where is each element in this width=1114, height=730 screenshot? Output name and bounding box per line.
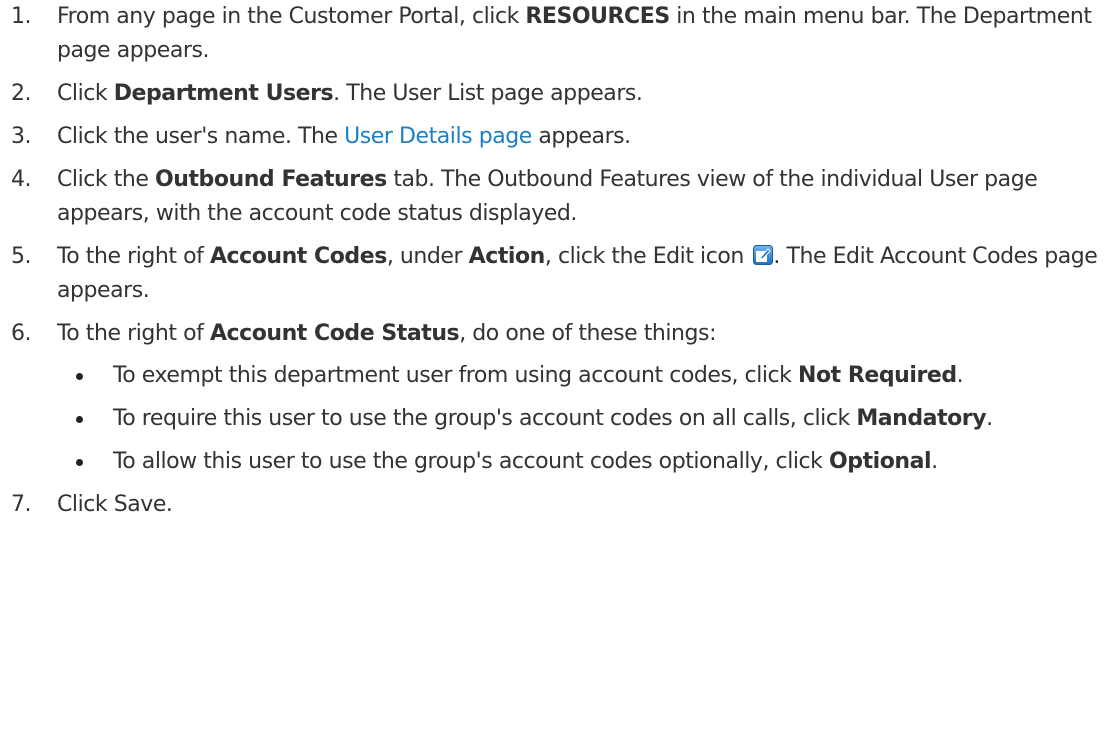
item-text: . [956, 363, 964, 388]
step-7: 7. Click Save. [0, 488, 1114, 522]
step-text: From any page in the Customer Portal, cl… [57, 4, 526, 29]
step-5: 5. To the right of Account Codes, under … [0, 240, 1114, 308]
label-action: Action [468, 244, 546, 269]
list-item: To allow this user to use the group's ac… [57, 445, 1114, 479]
item-text: . [986, 406, 993, 431]
step-text: , click the Edit icon [544, 244, 751, 269]
step-text: , do one of these things: [459, 321, 717, 346]
step-number: 5. [11, 244, 32, 269]
item-text: To exempt this department user from usin… [113, 363, 799, 388]
step-text: Click [57, 81, 114, 106]
step-1: 1. From any page in the Customer Portal,… [0, 0, 1114, 68]
edit-icon [753, 242, 774, 265]
step-number: 1. [11, 4, 32, 29]
step-text: Click the [57, 167, 156, 192]
list-item: To require this user to use the group's … [57, 402, 1114, 436]
step-text: , under [386, 244, 469, 269]
step-text: . The User List page appears. [333, 81, 643, 106]
user-details-page-link[interactable]: User Details page [344, 124, 532, 149]
option-mandatory: Mandatory [856, 406, 987, 431]
item-text: To require this user to use the group's … [113, 406, 857, 431]
tab-name-outbound-features: Outbound Features [155, 167, 387, 192]
label-account-code-status: Account Code Status [209, 321, 460, 346]
step-number: 2. [11, 81, 32, 106]
menu-name-resources: RESOURCES [525, 4, 670, 29]
step-2: 2. Click Department Users. The User List… [0, 77, 1114, 111]
step-3: 3. Click the user's name. The User Detai… [0, 120, 1114, 154]
procedure-steps: 1. From any page in the Customer Portal,… [0, 0, 1114, 531]
bullet [76, 416, 83, 423]
bullet [76, 373, 83, 380]
step-text: To the right of [57, 244, 210, 269]
item-text: To allow this user to use the group's ac… [113, 449, 830, 474]
label-account-codes: Account Codes [209, 244, 387, 269]
item-text: . [931, 449, 938, 474]
option-optional: Optional [829, 449, 932, 474]
list-item: To exempt this department user from usin… [57, 359, 1114, 393]
option-department-users: Department Users [113, 81, 334, 106]
step-6: 6. To the right of Account Code Status, … [0, 317, 1114, 479]
step-number: 7. [11, 492, 32, 517]
bullet [76, 459, 83, 466]
step-number: 6. [11, 321, 32, 346]
step-text: appears. [531, 124, 631, 149]
status-options-list: To exempt this department user from usin… [57, 359, 1114, 479]
step-number: 3. [11, 124, 32, 149]
step-text: Click the user's name. The [57, 124, 345, 149]
option-not-required: Not Required [798, 363, 957, 388]
step-4: 4. Click the Outbound Features tab. The … [0, 163, 1114, 231]
step-number: 4. [11, 167, 32, 192]
step-text: Click Save. [57, 492, 173, 517]
step-text: To the right of [57, 321, 210, 346]
